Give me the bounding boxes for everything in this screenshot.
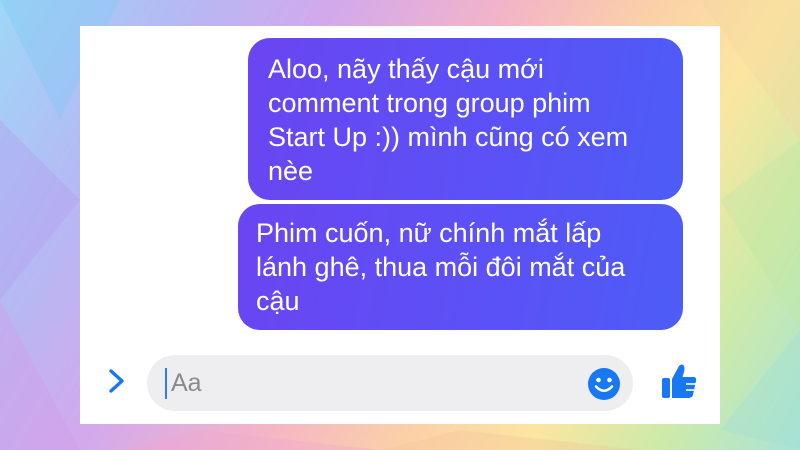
message-line: lánh ghê, thua mỗi đôi mắt của [256, 252, 626, 282]
message-bubble: Phim cuốn, nữ chính mắt lấp lánh ghê, th… [238, 204, 683, 330]
message-line: Aloo, nãy thấy cậu mới [268, 54, 544, 84]
message-input[interactable]: Aa [147, 355, 633, 411]
message-line: Phim cuốn, nữ chính mắt lấp [256, 218, 602, 248]
thumbs-up-icon[interactable] [660, 362, 698, 400]
message-composer: Aa [80, 352, 720, 412]
emoji-icon[interactable] [587, 367, 621, 401]
message-input-placeholder: Aa [171, 369, 202, 397]
message-line: Start Up :)) mình cũng có xem [268, 122, 629, 152]
message-bubble: Aloo, nãy thấy cậu mới comment trong gro… [248, 38, 683, 200]
text-cursor [165, 368, 167, 399]
message-line: comment trong group phim [268, 88, 591, 118]
message-line: nèe [268, 156, 314, 186]
chevron-right-icon[interactable] [106, 368, 128, 394]
message-line: cậu [256, 286, 300, 316]
chat-window: Aloo, nãy thấy cậu mới comment trong gro… [80, 26, 720, 424]
